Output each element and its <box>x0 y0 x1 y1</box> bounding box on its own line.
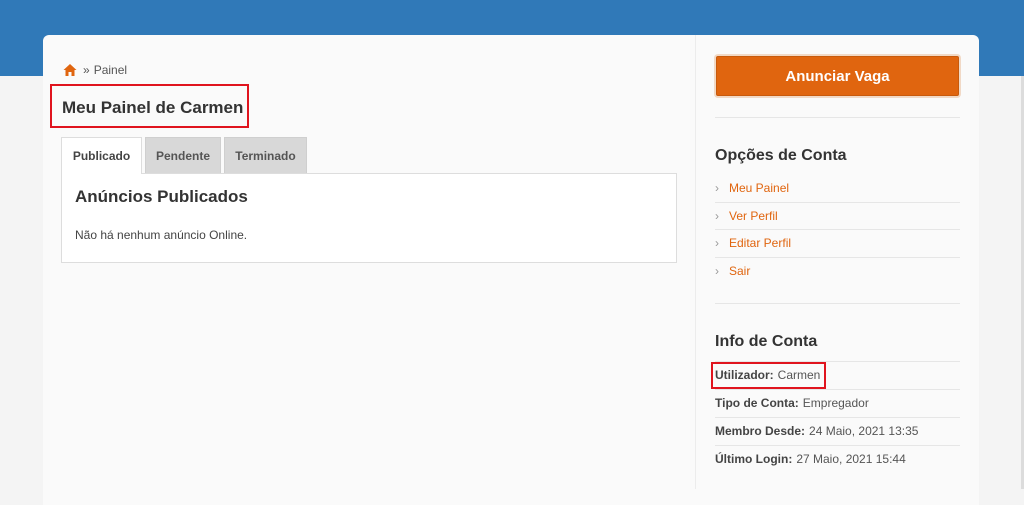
post-job-button[interactable]: Anunciar Vaga <box>716 56 959 96</box>
info-label: Último Login: <box>715 452 793 466</box>
home-icon[interactable] <box>63 63 77 77</box>
breadcrumb: » Painel <box>63 61 127 78</box>
tab-terminado[interactable]: Terminado <box>224 137 307 173</box>
info-row-member-since: Membro Desde: 24 Maio, 2021 13:35 <box>715 417 960 445</box>
sidebar-link-meu-painel[interactable]: › Meu Painel <box>715 174 960 202</box>
info-label: Membro Desde: <box>715 424 806 438</box>
tab-panel: Anúncios Publicados Não há nenhum anúnci… <box>61 173 677 263</box>
info-value: Empregador <box>802 396 869 410</box>
tab-pendente[interactable]: Pendente <box>145 137 221 173</box>
sidebar-link-label: Editar Perfil <box>729 236 792 250</box>
tab-publicado[interactable]: Publicado <box>61 137 142 174</box>
account-options-title: Opções de Conta <box>715 147 847 164</box>
divider <box>715 303 960 304</box>
sidebar-link-label: Meu Painel <box>729 181 790 195</box>
username-highlight-box <box>711 362 826 389</box>
chevron-right-icon: › <box>715 236 719 250</box>
panel-title: Anúncios Publicados <box>75 187 248 206</box>
page-title: Meu Painel de Carmen <box>62 98 244 117</box>
divider <box>715 117 960 118</box>
chevron-right-icon: › <box>715 264 719 278</box>
sidebar-link-label: Sair <box>729 264 751 278</box>
info-row-last-login: Último Login: 27 Maio, 2021 15:44 <box>715 445 960 473</box>
empty-message: Não há nenhum anúncio Online. <box>75 228 248 242</box>
account-info-title: Info de Conta <box>715 333 818 350</box>
info-label: Tipo de Conta: <box>715 396 799 410</box>
chevron-right-icon: › <box>715 209 719 223</box>
chevron-right-icon: › <box>715 181 719 195</box>
sidebar-link-editar-perfil[interactable]: › Editar Perfil <box>715 229 960 257</box>
sidebar-link-sair[interactable]: › Sair <box>715 257 960 285</box>
column-divider <box>695 35 696 489</box>
sidebar-link-ver-perfil[interactable]: › Ver Perfil <box>715 202 960 230</box>
info-value: 24 Maio, 2021 13:35 <box>809 424 919 438</box>
sidebar-link-label: Ver Perfil <box>729 209 778 223</box>
breadcrumb-separator: » <box>83 62 90 77</box>
info-row-account-type: Tipo de Conta: Empregador <box>715 389 960 417</box>
info-value: 27 Maio, 2021 15:44 <box>796 452 906 466</box>
breadcrumb-current: Painel <box>93 62 128 77</box>
